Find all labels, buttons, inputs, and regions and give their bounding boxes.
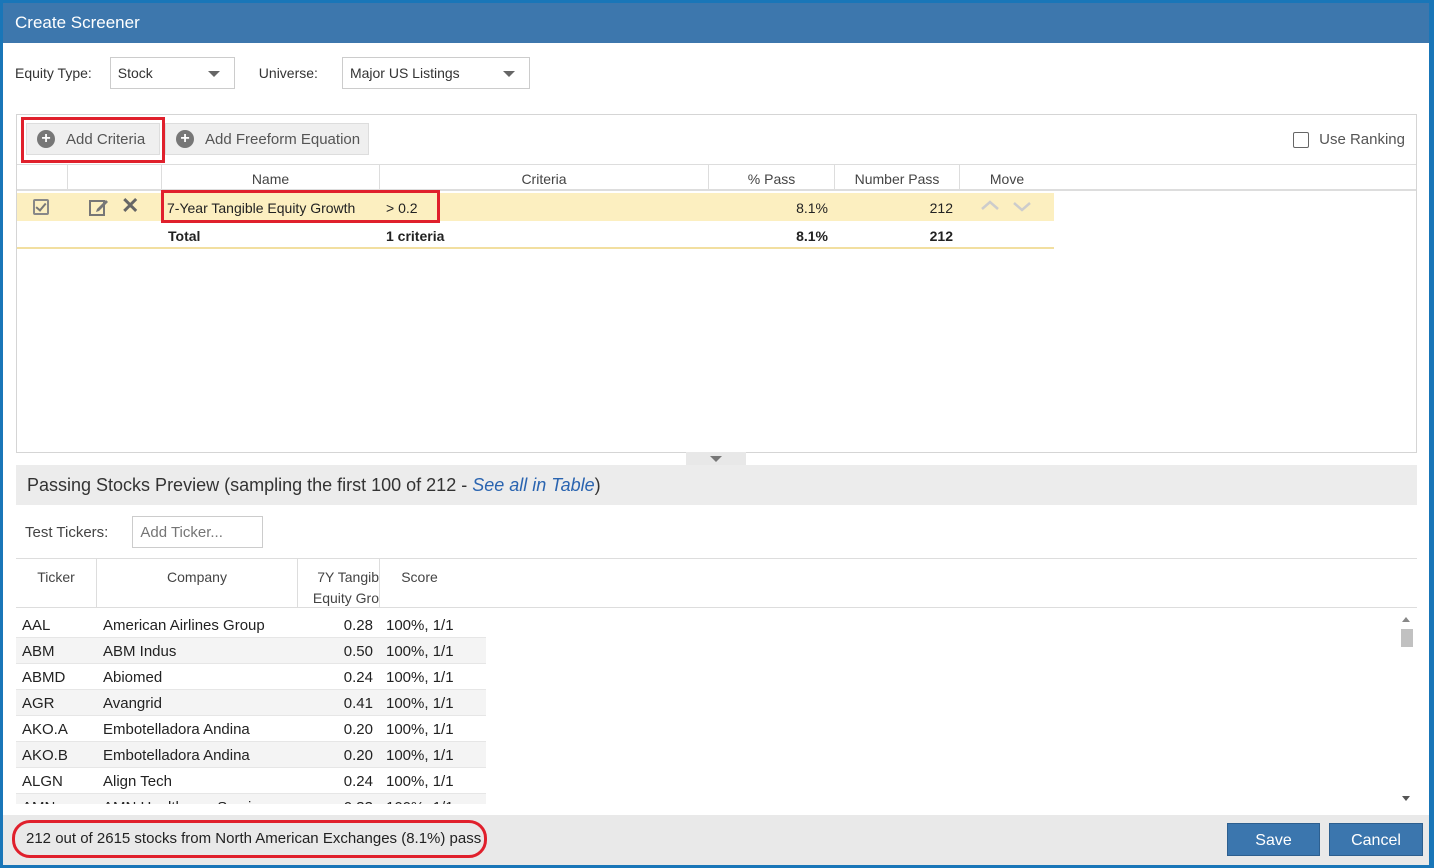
universe-label: Universe:: [258, 65, 318, 81]
use-ranking-checkbox[interactable]: [1293, 131, 1310, 148]
criteria-total-row: Total 1 criteria 8.1% 212: [17, 221, 1054, 249]
total-pct-pass: 8.1%: [796, 228, 828, 244]
stocks-table-header: Ticker Company 7Y Tangib Equity Gro Scor…: [16, 558, 1417, 608]
panel-splitter-handle[interactable]: [686, 452, 746, 465]
col-score[interactable]: Score: [379, 559, 459, 608]
equity-type-select[interactable]: Stock: [109, 57, 235, 89]
criteria-panel: + Add Criteria + Add Freeform Equation U…: [16, 114, 1417, 453]
annotation-box-criteria: [161, 190, 440, 223]
scroll-thumb[interactable]: [1401, 629, 1413, 647]
col-criteria[interactable]: Criteria: [379, 165, 708, 190]
criteria-table: Name Criteria % Pass Number Pass Move ✕ …: [17, 164, 1416, 249]
move-up-icon[interactable]: [979, 197, 1001, 215]
total-label: Total: [168, 228, 201, 244]
equity-type-value: Stock: [117, 65, 153, 81]
use-ranking-toggle[interactable]: Use Ranking: [1293, 131, 1405, 148]
annotation-pill-status: [12, 820, 487, 858]
dialog-title: Create Screener: [3, 3, 1429, 43]
criteria-toolbar: + Add Criteria + Add Freeform Equation U…: [17, 115, 1416, 165]
criteria-table-header: Name Criteria % Pass Number Pass Move: [17, 164, 1416, 191]
universe-value: Major US Listings: [349, 65, 460, 81]
add-ticker-input[interactable]: [132, 516, 264, 548]
edit-icon[interactable]: [89, 197, 109, 217]
universe-select[interactable]: Major US Listings: [341, 57, 530, 89]
chevron-down-icon: [502, 71, 515, 77]
checkbox-checked-icon[interactable]: [33, 199, 49, 215]
col-ticker[interactable]: Ticker: [16, 559, 96, 608]
criteria-number-pass: 212: [929, 200, 953, 216]
test-tickers-label: Test Tickers:: [25, 523, 109, 541]
delete-icon[interactable]: ✕: [121, 192, 139, 220]
chevron-down-icon: [207, 71, 220, 77]
col-pct-pass[interactable]: % Pass: [708, 165, 834, 190]
col-company[interactable]: Company: [96, 559, 297, 608]
table-row[interactable]: AAL American Airlines Group 0.28 100%, 1…: [16, 612, 486, 638]
test-tickers-row: Test Tickers:: [25, 516, 264, 548]
equity-universe-row: Equity Type: Stock Universe: Major US Li…: [15, 57, 530, 89]
cancel-button[interactable]: Cancel: [1329, 823, 1423, 856]
total-criteria: 1 criteria: [386, 228, 445, 244]
move-down-icon[interactable]: [1011, 197, 1033, 215]
create-screener-dialog: Create Screener Equity Type: Stock Unive…: [3, 3, 1429, 865]
add-freeform-equation-button[interactable]: + Add Freeform Equation: [165, 123, 369, 155]
col-number-pass[interactable]: Number Pass: [834, 165, 959, 190]
col-7y-tangible-equity-growth[interactable]: 7Y Tangib Equity Gro: [297, 559, 379, 608]
dialog-footer: 212 out of 2615 stocks from North Americ…: [3, 815, 1429, 865]
annotation-box-add-criteria: [21, 117, 165, 163]
table-row[interactable]: ABM ABM Indus 0.50 100%, 1/1: [16, 638, 486, 664]
equity-type-label: Equity Type:: [15, 65, 92, 81]
see-all-in-table-link[interactable]: See all in Table: [472, 475, 594, 495]
stocks-table-scrollbar[interactable]: [1400, 615, 1413, 803]
table-row[interactable]: AKO.A Embotelladora Andina 0.20 100%, 1/…: [16, 716, 486, 742]
scroll-down-arrow-icon[interactable]: [1402, 796, 1410, 801]
table-row[interactable]: AMN AMN Healthcare Services 0.33 100%, 1…: [16, 794, 486, 804]
table-row[interactable]: ALGN Align Tech 0.24 100%, 1/1: [16, 768, 486, 794]
scroll-up-arrow-icon[interactable]: [1402, 617, 1410, 622]
col-name[interactable]: Name: [161, 165, 379, 190]
total-number-pass: 212: [929, 228, 953, 244]
preview-title: Passing Stocks Preview (sampling the fir…: [27, 475, 473, 495]
add-freeform-label: Add Freeform Equation: [205, 130, 361, 148]
preview-header: Passing Stocks Preview (sampling the fir…: [16, 465, 1417, 505]
plus-circle-icon: +: [176, 130, 194, 148]
table-row[interactable]: AGR Avangrid 0.41 100%, 1/1: [16, 690, 486, 716]
passing-stocks-table: Ticker Company 7Y Tangib Equity Gro Scor…: [16, 558, 1417, 804]
use-ranking-label: Use Ranking: [1319, 131, 1405, 148]
save-button[interactable]: Save: [1227, 823, 1320, 856]
criteria-pct-pass: 8.1%: [796, 200, 828, 216]
table-row[interactable]: ABMD Abiomed 0.24 100%, 1/1: [16, 664, 486, 690]
col-move: Move: [959, 165, 1054, 190]
table-row[interactable]: AKO.B Embotelladora Andina 0.20 100%, 1/…: [16, 742, 486, 768]
